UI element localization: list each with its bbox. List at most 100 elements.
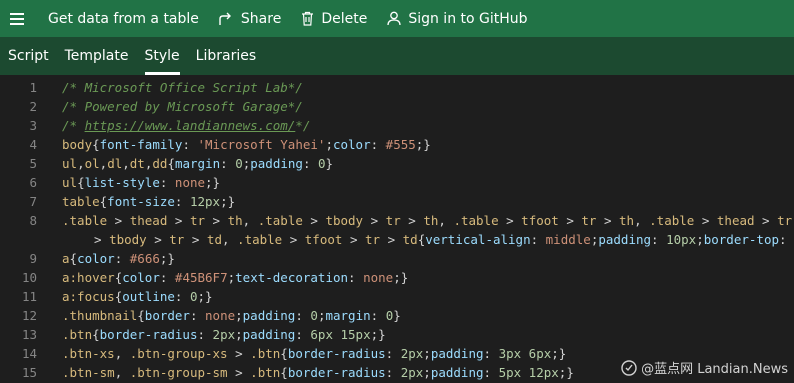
code-token: font-size bbox=[107, 194, 175, 209]
code-token: body bbox=[62, 137, 93, 152]
code-line[interactable]: 8 .table > thead > tr > th, .table > tbod… bbox=[0, 211, 794, 230]
code-token: color bbox=[122, 270, 160, 285]
code-line[interactable]: 9 a{color: #666;} bbox=[0, 249, 794, 268]
code-line[interactable]: 4 body{font-family: 'Microsoft Yahei';col… bbox=[0, 135, 794, 154]
code-token: : bbox=[197, 327, 213, 342]
code-token: tbody bbox=[325, 213, 364, 228]
code-token: th bbox=[227, 213, 243, 228]
code-text: /* Microsoft Office Script Lab*/ bbox=[62, 78, 303, 97]
code-token: tfoot bbox=[304, 232, 343, 247]
code-token: padding bbox=[598, 232, 652, 247]
code-line[interactable]: 13 .btn{border-radius: 2px;padding: 6px 1… bbox=[0, 325, 794, 344]
code-token: border-top bbox=[703, 232, 779, 247]
code-token: .thumbnail bbox=[62, 308, 138, 323]
code-token: , bbox=[114, 365, 130, 380]
code-token: : bbox=[295, 327, 311, 342]
code-token: { bbox=[77, 175, 85, 190]
code-line[interactable]: 5 ul,ol,dl,dt,dd{margin: 0;padding: 0} bbox=[0, 154, 794, 173]
tab-libraries[interactable]: Libraries bbox=[188, 37, 264, 75]
code-token: : bbox=[779, 232, 794, 247]
code-token: 6px 15px bbox=[310, 327, 371, 342]
share-button[interactable]: Share bbox=[209, 0, 291, 37]
code-token: .table bbox=[257, 213, 303, 228]
code-token: ;} bbox=[220, 194, 236, 209]
code-token: { bbox=[280, 346, 288, 361]
line-number: 3 bbox=[29, 118, 37, 133]
code-token: .btn bbox=[250, 346, 281, 361]
code-token: https://www.landiannews.com/ bbox=[84, 118, 296, 133]
code-token: : bbox=[220, 156, 236, 171]
code-token: > bbox=[363, 213, 386, 228]
code-token: #45B6F7 bbox=[174, 270, 228, 285]
code-token: ;} bbox=[551, 346, 567, 361]
tab-script-label: Script bbox=[8, 48, 49, 64]
share-label: Share bbox=[240, 10, 282, 27]
delete-button[interactable]: Delete bbox=[291, 0, 377, 37]
code-token: thead bbox=[129, 213, 168, 228]
code-token: /* Microsoft Office Script Lab*/ bbox=[62, 80, 303, 95]
code-token: , bbox=[634, 213, 650, 228]
code-line[interactable]: 11 a:focus{outline: 0;} bbox=[0, 287, 794, 306]
get-data-button[interactable]: Get data from a table bbox=[38, 0, 209, 37]
code-token: > bbox=[754, 213, 778, 228]
code-token: > bbox=[596, 213, 620, 228]
code-line[interactable]: 12 .thumbnail{border: none;padding: 0;mar… bbox=[0, 306, 794, 325]
tab-template[interactable]: Template bbox=[57, 37, 137, 75]
code-token: 'Microsoft Yahei' bbox=[197, 137, 326, 152]
code-token: > bbox=[167, 213, 190, 228]
sign-in-github-button[interactable]: Sign in to GitHub bbox=[377, 0, 537, 37]
code-token: thead bbox=[716, 213, 755, 228]
code-text: /* https://www.landiannews.com/*/ bbox=[62, 116, 310, 135]
tab-style[interactable]: Style bbox=[137, 37, 188, 75]
code-token: ;} bbox=[558, 365, 574, 380]
code-token: ;} bbox=[159, 251, 175, 266]
code-token: , bbox=[242, 213, 258, 228]
code-text: .table > thead > tr > th, .table > tbody… bbox=[62, 211, 792, 230]
line-number: 2 bbox=[29, 99, 37, 114]
code-token: > bbox=[184, 232, 207, 247]
code-token: margin bbox=[325, 308, 371, 323]
code-token: tbody bbox=[109, 232, 147, 247]
code-token: a bbox=[62, 251, 70, 266]
code-token: , bbox=[438, 213, 454, 228]
code-token: 0 bbox=[235, 156, 243, 171]
code-line[interactable]: > tbody > tr > td, .table > tfoot > tr >… bbox=[0, 230, 794, 249]
code-text: > tbody > tr > td, .table > tfoot > tr >… bbox=[94, 230, 794, 249]
tab-script[interactable]: Script bbox=[0, 37, 57, 75]
line-number: 10 bbox=[21, 270, 37, 285]
code-token: : bbox=[174, 289, 190, 304]
code-line[interactable]: 6 ul{list-style: none;} bbox=[0, 173, 794, 192]
code-token: : bbox=[348, 270, 364, 285]
code-token: > bbox=[227, 346, 251, 361]
menu-icon[interactable] bbox=[2, 0, 32, 37]
code-line[interactable]: 7 table{font-size: 12px;} bbox=[0, 192, 794, 211]
code-line[interactable]: 2 /* Powered by Microsoft Garage*/ bbox=[0, 97, 794, 116]
code-line[interactable]: 3 /* https://www.landiannews.com/*/ bbox=[0, 116, 794, 135]
code-token: : bbox=[530, 232, 546, 247]
code-text: ul,ol,dl,dt,dd{margin: 0;padding: 0} bbox=[62, 154, 333, 173]
code-token: tr bbox=[169, 232, 185, 247]
code-token: /* Powered by Microsoft Garage*/ bbox=[62, 99, 303, 114]
code-token: th bbox=[423, 213, 439, 228]
code-text: ul{list-style: none;} bbox=[62, 173, 220, 192]
code-token: outline bbox=[122, 289, 175, 304]
code-token: /* bbox=[62, 118, 85, 133]
code-token: padding bbox=[242, 308, 296, 323]
code-editor[interactable]: 1 /* Microsoft Office Script Lab*/ 2 /* Pow… bbox=[0, 75, 794, 383]
code-token: .table bbox=[649, 213, 695, 228]
code-line[interactable]: 10 a:hover{color: #45B6F7;text-decoration… bbox=[0, 268, 794, 287]
code-token: > bbox=[342, 232, 365, 247]
code-token: ul bbox=[62, 156, 78, 171]
code-token: , bbox=[122, 156, 130, 171]
code-token: { bbox=[280, 365, 288, 380]
code-token: ; bbox=[423, 365, 431, 380]
code-line[interactable]: 1 /* Microsoft Office Script Lab*/ bbox=[0, 78, 794, 97]
code-token: : bbox=[483, 346, 499, 361]
line-number: 1 bbox=[29, 80, 37, 95]
code-token: , bbox=[114, 346, 130, 361]
code-token: > bbox=[380, 232, 403, 247]
code-text: .btn-xs, .btn-group-xs > .btn{border-rad… bbox=[62, 344, 566, 363]
code-token: dt bbox=[129, 156, 145, 171]
code-text: a{color: #666;} bbox=[62, 249, 175, 268]
code-token: border-radius bbox=[287, 346, 386, 361]
